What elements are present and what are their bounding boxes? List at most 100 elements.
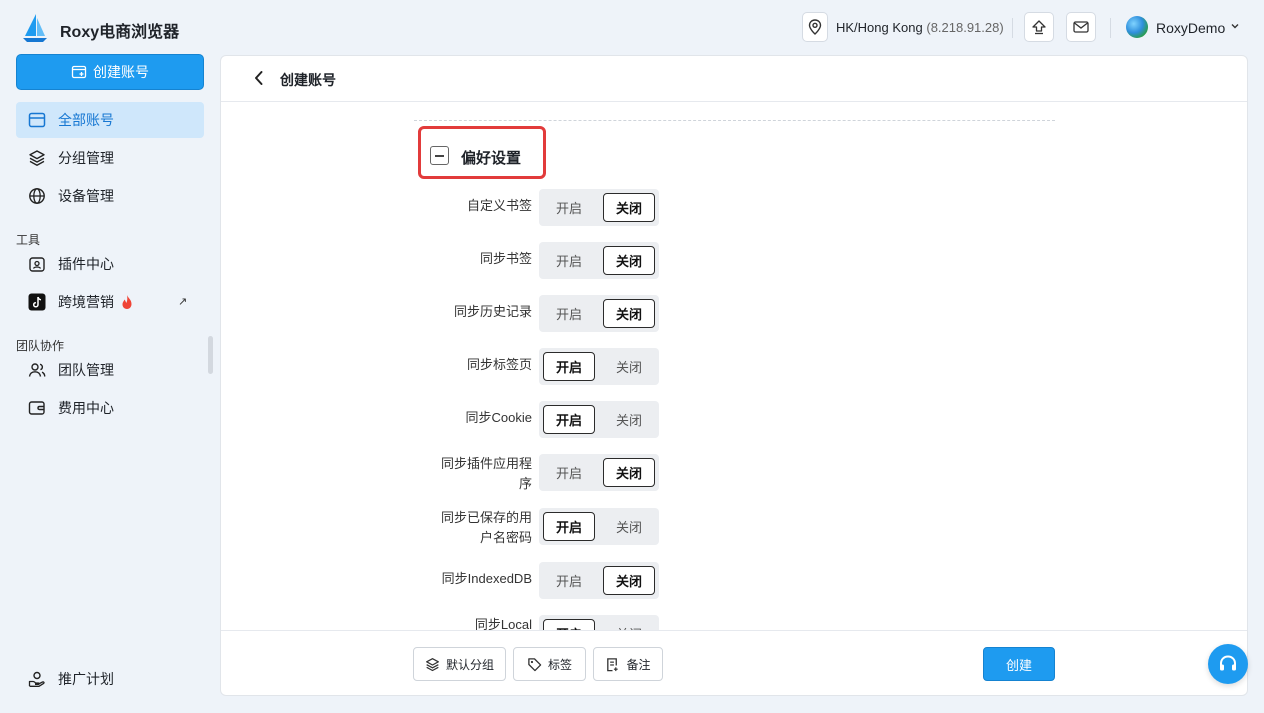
toggle-on-option[interactable]: 开启 — [543, 352, 595, 381]
collapse-icon[interactable] — [430, 146, 449, 165]
toggle-off-option[interactable]: 关闭 — [603, 405, 655, 434]
external-link-icon[interactable]: ↗ — [178, 295, 187, 308]
create-submit-button[interactable]: 创建 — [983, 647, 1055, 681]
tag-icon — [528, 657, 542, 671]
tags-button[interactable]: 标签 — [513, 647, 586, 681]
location-pin-icon — [808, 19, 822, 35]
toggle-on-option[interactable]: 开启 — [543, 299, 595, 328]
sidebar-item-label: 全部账号 — [58, 112, 114, 128]
pref-toggle-sync-indexeddb[interactable]: 开启 关闭 — [539, 562, 659, 599]
wallet-icon — [28, 399, 46, 417]
form-content: 偏好设置 自定义书签 开启 关闭 同步书签 开启 关闭 同步历史记录 开启 关闭… — [221, 102, 1247, 630]
sidebar-item-label: 插件中心 — [58, 256, 114, 272]
pref-toggle-sync-bookmarks[interactable]: 开启 关闭 — [539, 242, 659, 279]
pref-toggle-sync-tabs[interactable]: 开启 关闭 — [539, 348, 659, 385]
location-button[interactable] — [802, 12, 828, 42]
pref-label: 同步Local — [474, 617, 532, 630]
message-button[interactable] — [1066, 12, 1096, 42]
tags-label: 标签 — [547, 657, 572, 672]
layers-icon — [426, 657, 439, 671]
note-icon — [607, 657, 619, 671]
pref-label: 同步历史记录 — [453, 304, 532, 319]
notes-label: 备注 — [626, 657, 651, 672]
section-title: 偏好设置 — [461, 150, 522, 167]
toggle-on-option[interactable]: 开启 — [543, 566, 595, 595]
support-button[interactable] — [1208, 644, 1248, 684]
user-avatar[interactable] — [1126, 16, 1148, 38]
user-name[interactable]: RoxyDemo — [1156, 20, 1225, 36]
toggle-on-option[interactable]: 开启 — [543, 193, 595, 222]
page-title: 创建账号 — [280, 72, 336, 88]
default-group-button[interactable]: 默认分组 — [413, 647, 506, 681]
app-title: Roxy电商浏览器 — [60, 24, 180, 41]
pref-toggle-sync-passwords[interactable]: 开启 关闭 — [539, 508, 659, 545]
upload-icon — [1032, 20, 1046, 35]
toggle-off-option[interactable]: 关闭 — [603, 299, 655, 328]
toggle-off-option[interactable]: 关闭 — [603, 458, 655, 487]
sidebar-item-devices[interactable]: 设备管理 — [16, 178, 204, 214]
main-panel: 创建账号 偏好设置 自定义书签 开启 关闭 同步书签 开启 关闭 同步历史记录 … — [220, 55, 1248, 696]
toggle-on-option[interactable]: 开启 — [543, 246, 595, 275]
pref-label: 同步Cookie — [465, 410, 532, 425]
pref-label: 同步IndexedDB — [441, 571, 532, 586]
toggle-off-option[interactable]: 关闭 — [603, 352, 655, 381]
upload-button[interactable] — [1024, 12, 1054, 42]
toggle-off-option[interactable]: 关闭 — [603, 619, 655, 630]
pref-toggle-sync-history[interactable]: 开启 关闭 — [539, 295, 659, 332]
browser-window-icon — [28, 111, 46, 129]
toggle-on-option[interactable]: 开启 — [543, 458, 595, 487]
sidebar-item-promotion[interactable]: 推广计划 — [16, 661, 204, 697]
sidebar-item-plugins[interactable]: 插件中心 — [16, 246, 204, 282]
sidebar-item-label: 费用中心 — [58, 400, 114, 416]
globe-icon — [28, 187, 46, 205]
back-button[interactable] — [249, 68, 269, 88]
headset-icon — [1220, 655, 1236, 671]
sidebar-item-label: 设备管理 — [58, 188, 114, 204]
promo-icon — [28, 670, 46, 688]
sidebar-item-team[interactable]: 团队管理 — [16, 352, 204, 388]
notes-button[interactable]: 备注 — [593, 647, 663, 681]
app-header: Roxy电商浏览器 HK/Hong Kong (8.218.91.28) Rox… — [0, 0, 1264, 56]
pref-toggle-custom-bookmarks[interactable]: 开启 关闭 — [539, 189, 659, 226]
sidebar-item-groups[interactable]: 分组管理 — [16, 140, 204, 176]
toggle-on-option[interactable]: 开启 — [543, 619, 595, 630]
pref-label: 同步插件应用程序 — [440, 456, 532, 491]
sidebar-item-all-accounts[interactable]: 全部账号 — [16, 102, 204, 138]
toggle-on-option[interactable]: 开启 — [543, 405, 595, 434]
section-divider — [414, 120, 1055, 121]
pref-label: 同步书签 — [479, 251, 532, 266]
create-account-button[interactable]: 创建账号 — [16, 54, 204, 90]
sidebar-item-label: 团队管理 — [58, 362, 114, 378]
mail-icon — [1073, 21, 1089, 33]
create-account-label: 创建账号 — [93, 64, 149, 80]
fire-icon — [122, 295, 132, 309]
pref-toggle-sync-cookie[interactable]: 开启 关闭 — [539, 401, 659, 438]
toggle-off-option[interactable]: 关闭 — [603, 512, 655, 541]
roxy-logo-icon — [23, 14, 47, 42]
location-name: HK/Hong Kong — [836, 20, 923, 35]
toggle-off-option[interactable]: 关闭 — [603, 566, 655, 595]
toggle-off-option[interactable]: 关闭 — [603, 246, 655, 275]
toggle-off-option[interactable]: 关闭 — [603, 193, 655, 222]
pref-label: 自定义书签 — [466, 198, 532, 213]
location-info: HK/Hong Kong (8.218.91.28) — [836, 20, 1004, 35]
tiktok-icon — [28, 293, 46, 311]
header-divider — [1012, 18, 1013, 38]
team-icon — [28, 361, 46, 379]
sidebar-item-label: 分组管理 — [58, 150, 114, 166]
plugin-icon — [28, 255, 46, 273]
pref-label: 同步标签页 — [466, 357, 532, 372]
pref-label: 同步已保存的用户名密码 — [440, 510, 532, 545]
pref-toggle-sync-local[interactable]: 开启 关闭 — [539, 615, 659, 630]
chevron-down-icon[interactable] — [1230, 21, 1240, 31]
chevron-left-icon — [255, 71, 263, 85]
sidebar-scrollbar[interactable] — [208, 336, 213, 374]
header-divider — [1110, 18, 1111, 38]
sidebar-item-billing[interactable]: 费用中心 — [16, 390, 204, 426]
layers-icon — [28, 149, 46, 167]
add-window-icon — [71, 65, 87, 79]
sidebar-item-marketing[interactable]: 跨境营销 — [16, 284, 204, 320]
pref-toggle-sync-extensions[interactable]: 开启 关闭 — [539, 454, 659, 491]
sidebar-item-label: 推广计划 — [58, 671, 114, 687]
toggle-on-option[interactable]: 开启 — [543, 512, 595, 541]
